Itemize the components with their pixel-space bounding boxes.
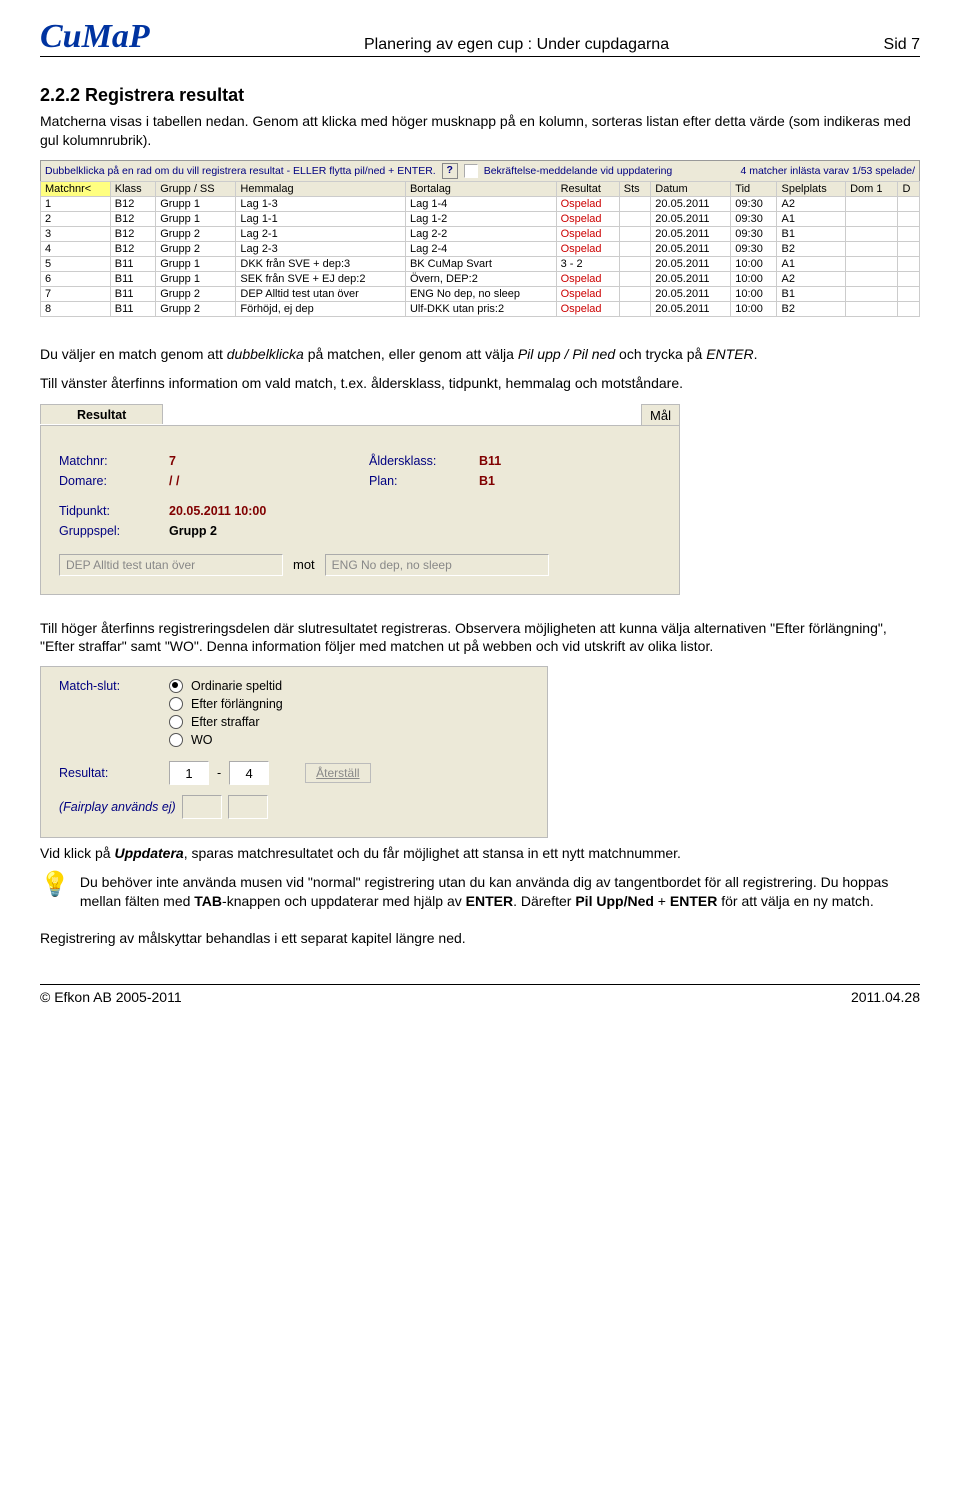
fairplay-away — [228, 795, 268, 819]
label-resultat: Resultat: — [59, 766, 161, 780]
page-footer: © Efkon AB 2005-2011 2011.04.28 — [40, 984, 920, 1005]
column-header[interactable]: D — [898, 181, 920, 196]
column-header[interactable]: Resultat — [556, 181, 619, 196]
label-mot: mot — [293, 557, 315, 572]
label-tidpunkt: Tidpunkt: — [59, 504, 169, 518]
tip-block: 💡 Du behöver inte använda musen vid "nor… — [40, 873, 920, 911]
table-row[interactable]: 4B12Grupp 2Lag 2-3Lag 2-4Ospelad20.05.20… — [41, 241, 920, 256]
page-number: Sid 7 — [884, 36, 920, 54]
value-matchnr: 7 — [169, 454, 369, 468]
label-plan: Plan: — [369, 474, 479, 488]
label-matchslut: Match-slut: — [59, 679, 169, 693]
label-matchnr: Matchnr: — [59, 454, 169, 468]
column-header[interactable]: Klass — [110, 181, 155, 196]
column-header[interactable]: Sts — [619, 181, 651, 196]
value-gruppspel: Grupp 2 — [169, 524, 369, 538]
radio-icon[interactable] — [169, 679, 183, 693]
paragraph-left-info: Till vänster återfinns information om va… — [40, 374, 920, 393]
page-header: CuMaP Planering av egen cup : Under cupd… — [40, 20, 920, 57]
footer-right: 2011.04.28 — [851, 989, 920, 1005]
logo: CuMaP — [40, 20, 150, 54]
table-row[interactable]: 2B12Grupp 1Lag 1-1Lag 1-2Ospelad20.05.20… — [41, 211, 920, 226]
away-team-field — [325, 554, 549, 576]
footer-left: © Efkon AB 2005-2011 — [40, 989, 182, 1005]
column-header[interactable]: Hemmalag — [236, 181, 406, 196]
label-domare: Domare: — [59, 474, 169, 488]
radio-label: WO — [191, 733, 213, 747]
radio-icon[interactable] — [169, 715, 183, 729]
home-team-field — [59, 554, 283, 576]
table-row[interactable]: 6B11Grupp 1SEK från SVE + EJ dep:2Övern,… — [41, 271, 920, 286]
column-header[interactable]: Dom 1 — [846, 181, 898, 196]
table-row[interactable]: 8B11Grupp 2Förhöjd, ej depUlf-DKK utan p… — [41, 301, 920, 316]
value-tidpunkt: 20.05.2011 10:00 — [169, 504, 369, 518]
label-gruppspel: Gruppspel: — [59, 524, 169, 538]
tab-mal[interactable]: Mål — [641, 404, 680, 425]
result-panel-wrapper: Resultat Mål Matchnr: 7 Åldersklass: B11… — [40, 403, 680, 595]
paragraph-uppdatera: Vid klick på Uppdatera, sparas matchresu… — [40, 844, 920, 863]
help-icon[interactable]: ? — [442, 163, 458, 179]
label-aldersklass: Åldersklass: — [369, 454, 479, 468]
tab-resultat[interactable]: Resultat — [40, 404, 163, 424]
column-header[interactable]: Spelplats — [777, 181, 846, 196]
radio-label: Efter straffar — [191, 715, 260, 729]
hint-text-right: 4 matcher inlästa varav 1/53 spelade/ — [740, 165, 915, 177]
paragraph-right-info: Till höger återfinns registreringsdelen … — [40, 619, 920, 657]
column-header[interactable]: Grupp / SS — [156, 181, 236, 196]
table-hint-bar: Dubbelklicka på en rad om du vill regist… — [40, 160, 920, 181]
confirm-checkbox-label: Bekräftelse-meddelande vid uppdatering — [484, 165, 673, 177]
score-dash: - — [217, 766, 221, 780]
header-title: Planering av egen cup : Under cupdagarna — [150, 36, 884, 54]
radio-icon[interactable] — [169, 697, 183, 711]
radio-label: Ordinarie speltid — [191, 679, 282, 693]
section-heading: 2.2.2 Registrera resultat — [40, 85, 920, 106]
paragraph-select-match: Du väljer en match genom att dubbelklick… — [40, 345, 920, 364]
value-domare: / / — [169, 474, 369, 488]
matches-table[interactable]: Matchnr<KlassGrupp / SSHemmalagBortalagR… — [40, 181, 920, 317]
hint-text-left: Dubbelklicka på en rad om du vill regist… — [45, 165, 436, 177]
paragraph-goalscorers: Registrering av målskyttar behandlas i e… — [40, 929, 920, 948]
radio-label: Efter förlängning — [191, 697, 283, 711]
fairplay-home — [182, 795, 222, 819]
reset-button[interactable]: Återställ — [305, 763, 370, 783]
radio-icon[interactable] — [169, 733, 183, 747]
table-row[interactable]: 1B12Grupp 1Lag 1-3Lag 1-4Ospelad20.05.20… — [41, 196, 920, 211]
matchslut-panel: Match-slut: Ordinarie speltid Efter förlä… — [40, 666, 548, 838]
value-aldersklass: B11 — [479, 454, 579, 468]
matchslut-option[interactable]: Efter straffar — [169, 715, 529, 729]
matchslut-option[interactable]: Efter förlängning — [169, 697, 529, 711]
column-header[interactable]: Tid — [731, 181, 777, 196]
column-header[interactable]: Matchnr< — [41, 181, 111, 196]
confirm-checkbox[interactable] — [464, 164, 478, 178]
matchslut-option[interactable]: WO — [169, 733, 529, 747]
table-row[interactable]: 3B12Grupp 2Lag 2-1Lag 2-2Ospelad20.05.20… — [41, 226, 920, 241]
table-row[interactable]: 5B11Grupp 1DKK från SVE + dep:3BK CuMap … — [41, 256, 920, 271]
value-plan: B1 — [479, 474, 579, 488]
result-panel: Matchnr: 7 Åldersklass: B11 Domare: / / … — [40, 425, 680, 595]
lightbulb-icon: 💡 — [40, 873, 70, 897]
column-header[interactable]: Bortalag — [405, 181, 556, 196]
table-row[interactable]: 7B11Grupp 2DEP Alltid test utan överENG … — [41, 286, 920, 301]
fairplay-label: (Fairplay används ej) — [59, 800, 176, 814]
matchslut-option[interactable]: Ordinarie speltid — [169, 679, 529, 693]
intro-paragraph: Matcherna visas i tabellen nedan. Genom … — [40, 112, 920, 150]
away-score-input[interactable] — [229, 761, 269, 785]
home-score-input[interactable] — [169, 761, 209, 785]
column-header[interactable]: Datum — [651, 181, 731, 196]
